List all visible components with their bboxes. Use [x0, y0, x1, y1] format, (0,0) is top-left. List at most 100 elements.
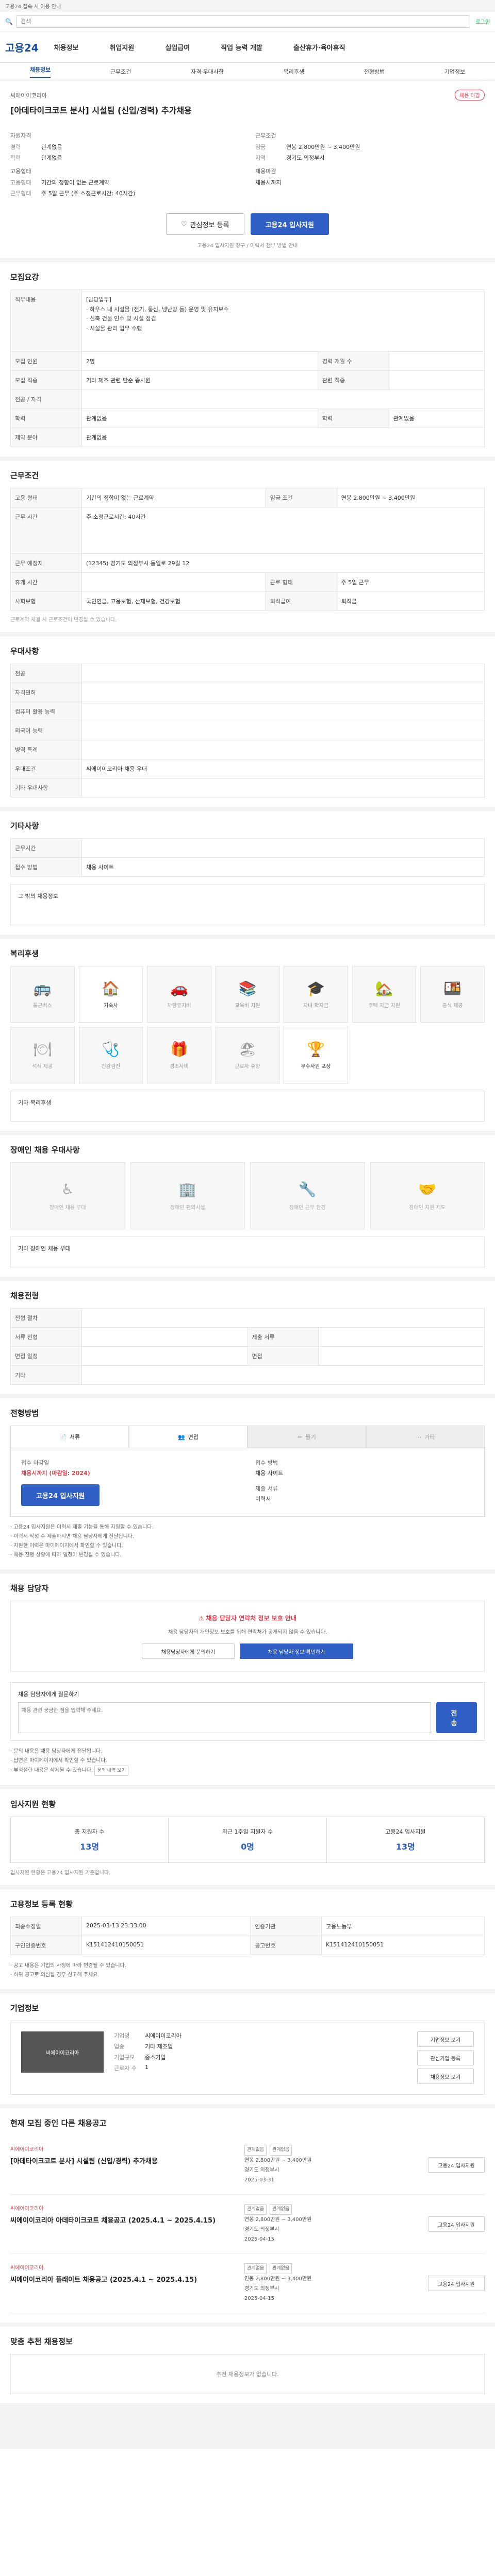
stat-value: 0명	[241, 1842, 254, 1852]
nav-item-benefits[interactable]: 실업급여	[165, 42, 190, 52]
tab-process[interactable]: 전형방법	[364, 67, 385, 76]
nav-item-support[interactable]: 취업지원	[109, 42, 134, 52]
table-cell	[81, 1346, 248, 1366]
posting-company: 씨에이이코리아	[10, 2147, 44, 2153]
nav-item-jobs[interactable]: 채용정보	[54, 42, 79, 52]
posting-apply-button[interactable]: 고용24 입사지원	[428, 2216, 485, 2232]
company-section: 기업정보 씨에이이코리아 기업명 씨에이이코리아 업종 기타 제조업 기업규모 중소기…	[0, 1993, 495, 2109]
disability-etc: 기타 장애인 채용 우대	[10, 1236, 485, 1267]
table-cell: 학력	[10, 409, 82, 428]
prefer-title: 우대사항	[10, 647, 39, 656]
prefer-table: 전공 자격면허 컴퓨터 활용 능력 외국어 능력 병역 특례 우대조건 씨에이이코…	[10, 664, 485, 798]
work-type-value: 주 5일 근무 (주 소정근로시간: 40시간)	[41, 190, 136, 197]
tab-recruit[interactable]: 채용정보	[29, 65, 51, 78]
welfare-card-label: 차량유지비	[167, 1003, 191, 1009]
posting-career: 관계없음	[244, 2204, 267, 2215]
conditions-section: 근무조건 고용 형태 기간의 정함이 없는 근로계약 임금 조건 연봉 2,800만원…	[0, 461, 495, 636]
table-cell: 사회보험	[10, 591, 82, 611]
company-info-button[interactable]: 기업정보 보기	[417, 2031, 474, 2047]
inquiry-history-button[interactable]: 문의 내역 보기	[94, 1766, 128, 1776]
company-logo: 씨에이이코리아	[21, 2031, 104, 2073]
welfare-card-label: 기숙사	[104, 1003, 118, 1009]
deadline-value: 채용시까지 (마감일: 2024)	[21, 1470, 90, 1477]
posting-title[interactable]: [아데타이크코트 분사] 시설팀 (신입/경력) 추가채용	[10, 2156, 229, 2165]
search-input[interactable]	[15, 15, 471, 28]
table-cell: 고용노동부	[321, 1917, 485, 1937]
inquiry-button[interactable]: 채용담당자에게 문의하기	[142, 1643, 235, 1659]
pencil-icon: ✏	[298, 1433, 303, 1440]
posting-row[interactable]: 씨에이이코리아씨에이이코리아 플래이트 채용공고 (2025.4.1 ~ 202…	[10, 2254, 485, 2314]
trophy-icon: 🏆	[307, 1041, 325, 1058]
location-value: 경기도 의정부시	[286, 155, 325, 161]
welfare-card-label: 석식 제공	[32, 1064, 53, 1070]
inquiry-submit-button[interactable]: 전송	[436, 1702, 477, 1733]
table-cell: 자격면허	[10, 683, 82, 702]
posting-apply-button[interactable]: 고용24 입사지원	[428, 2157, 485, 2173]
nav-item-leave[interactable]: 출산휴가·육아휴직	[293, 42, 345, 52]
bullet-text: 부적절한 내용은 삭제될 수 있습니다.	[13, 1768, 93, 1773]
posting-row[interactable]: 씨에이이코리아 씨에이이코리아 아데타이크코트 채용공고 (2025.4.1 ~ …	[10, 2195, 485, 2255]
company-name-value: 씨에이이코리아	[145, 2032, 182, 2040]
other-table: 근무시간 접수 방법 채용 사이트	[10, 838, 485, 877]
company-box: 씨에이이코리아 기업명 씨에이이코리아 업종 기타 제조업 기업규모 중소기업 근로자…	[10, 2021, 485, 2095]
alert-icon: ⚠	[198, 1615, 204, 1622]
docs-label: 제출 서류	[255, 1485, 278, 1492]
tab-company[interactable]: 기업정보	[444, 67, 465, 76]
apply-bullets: · 고용24 입사지원은 이력서 제출 기능을 통해 지원할 수 있습니다. ·…	[10, 1524, 154, 1558]
table-cell: 기간의 정함이 없는 근로계약	[81, 488, 266, 507]
posting-career: 관계없음	[244, 2263, 267, 2275]
disability-card-label: 장애인 근무 환경	[289, 1205, 326, 1211]
table-cell: 제출 서류	[247, 1327, 319, 1347]
table-cell	[81, 778, 485, 798]
employment-label: 고용형태	[10, 168, 31, 175]
site-logo[interactable]: 고용24	[5, 40, 39, 55]
login-link[interactable]: 로그인	[475, 18, 490, 25]
building-icon: 🏢	[178, 1181, 197, 1198]
bullet-text: 지원한 이력은 마이페이지에서 확인할 수 있습니다.	[13, 1543, 123, 1549]
posting-title[interactable]: 씨에이이코리아 아데타이크코트 채용공고 (2025.4.1 ~ 2025.4.…	[10, 2215, 229, 2225]
table-cell: 모집 인원	[10, 351, 82, 371]
welfare-card: 🚗 차량유지비	[147, 966, 211, 1023]
table-cell: 우대조건	[10, 759, 82, 778]
apply-button[interactable]: 고용24 입사지원	[250, 213, 329, 235]
posting-wage: 연봉 2,800만원 ~ 3,400만원	[244, 2158, 312, 2164]
conditions-table: 고용 형태 기간의 정함이 없는 근로계약 임금 조건 연봉 2,800만원 ~ 3,…	[10, 488, 485, 611]
registration-table: 최종수정일 2025-03-13 23:33:00 인증기관 고용노동부 구인인증번호…	[10, 1917, 485, 1956]
apply-button-2[interactable]: 고용24 입사지원	[21, 1484, 100, 1506]
stat-label: 총 지원자 수	[74, 1828, 105, 1836]
posting-title[interactable]: 씨에이이코리아 플래이트 채용공고 (2025.4.1 ~ 2025.4.15)	[10, 2274, 229, 2284]
process-table: 전형 절차 서류 전형 제출 서류 면접 일정 면접 기타	[10, 1308, 485, 1385]
job-title: [아데타이크코트 분사] 시설팀 (신입/경력) 추가채용	[10, 106, 192, 115]
posting-row[interactable]: 씨에이이코리아 [아데타이크코트 분사] 시설팀 (신입/경력) 추가채용 관계없음…	[10, 2136, 485, 2195]
welfare-card-label: 주택 자금 지원	[368, 1003, 400, 1009]
welfare-card: 🏡 주택 자금 지원	[352, 966, 417, 1023]
table-cell: 인증기관	[250, 1917, 322, 1937]
duty-text: [담당업무] · 하우스 내 시설물 (전기, 통신, 냉난방 등) 운영 및 …	[81, 290, 485, 352]
nav-item-training[interactable]: 직업 능력 개발	[221, 42, 262, 52]
more-icon: ⋯	[416, 1433, 422, 1440]
tab-welfare[interactable]: 복리후생	[284, 67, 304, 76]
stat-label: 고용24 입사지원	[385, 1828, 426, 1836]
table-cell: 기타	[10, 1365, 82, 1385]
tab-conditions[interactable]: 근무조건	[110, 67, 131, 76]
favorite-button[interactable]: ♡ 관심정보 등록	[166, 213, 244, 235]
company-jobs-button[interactable]: 채용정보 보기	[417, 2069, 474, 2084]
table-cell: 고용 형태	[10, 488, 82, 507]
table-cell: 씨에이이코리아 채용 우대	[81, 759, 485, 778]
process-section: 채용전형 전형 절차 서류 전형 제출 서류 면접 일정 면접 기타	[0, 1281, 495, 1398]
posting-company: 씨에이이코리아	[10, 2265, 44, 2272]
apply-box: 접수 마감일 채용시까지 (마감일: 2024) 고용24 입사지원 접수 방법…	[10, 1448, 485, 1517]
inquiry-textarea[interactable]	[18, 1702, 431, 1733]
posting-edu: 관계없음	[270, 2204, 292, 2215]
contact-info-button[interactable]: 채용 담당자 정보 확인하기	[240, 1643, 353, 1659]
recommend-title: 맞춤 추천 채용정보	[10, 2337, 73, 2347]
table-cell: 관련 직종	[318, 370, 389, 390]
home-icon: 🏡	[375, 980, 393, 997]
tab-qualifications[interactable]: 자격·우대사항	[191, 67, 224, 76]
table-cell	[81, 1308, 485, 1328]
contact-notice: ⚠ 채용 담당자 연락처 정보 보호 안내 채용 담당자의 개인정보 보호를 위…	[10, 1601, 485, 1672]
table-cell: 컴퓨터 활용 능력	[10, 702, 82, 721]
company-favorite-button[interactable]: 관심기업 등록	[417, 2050, 474, 2066]
posting-apply-button[interactable]: 고용24 입사지원	[428, 2276, 485, 2292]
company-type-value: 기타 제조업	[145, 2043, 173, 2050]
